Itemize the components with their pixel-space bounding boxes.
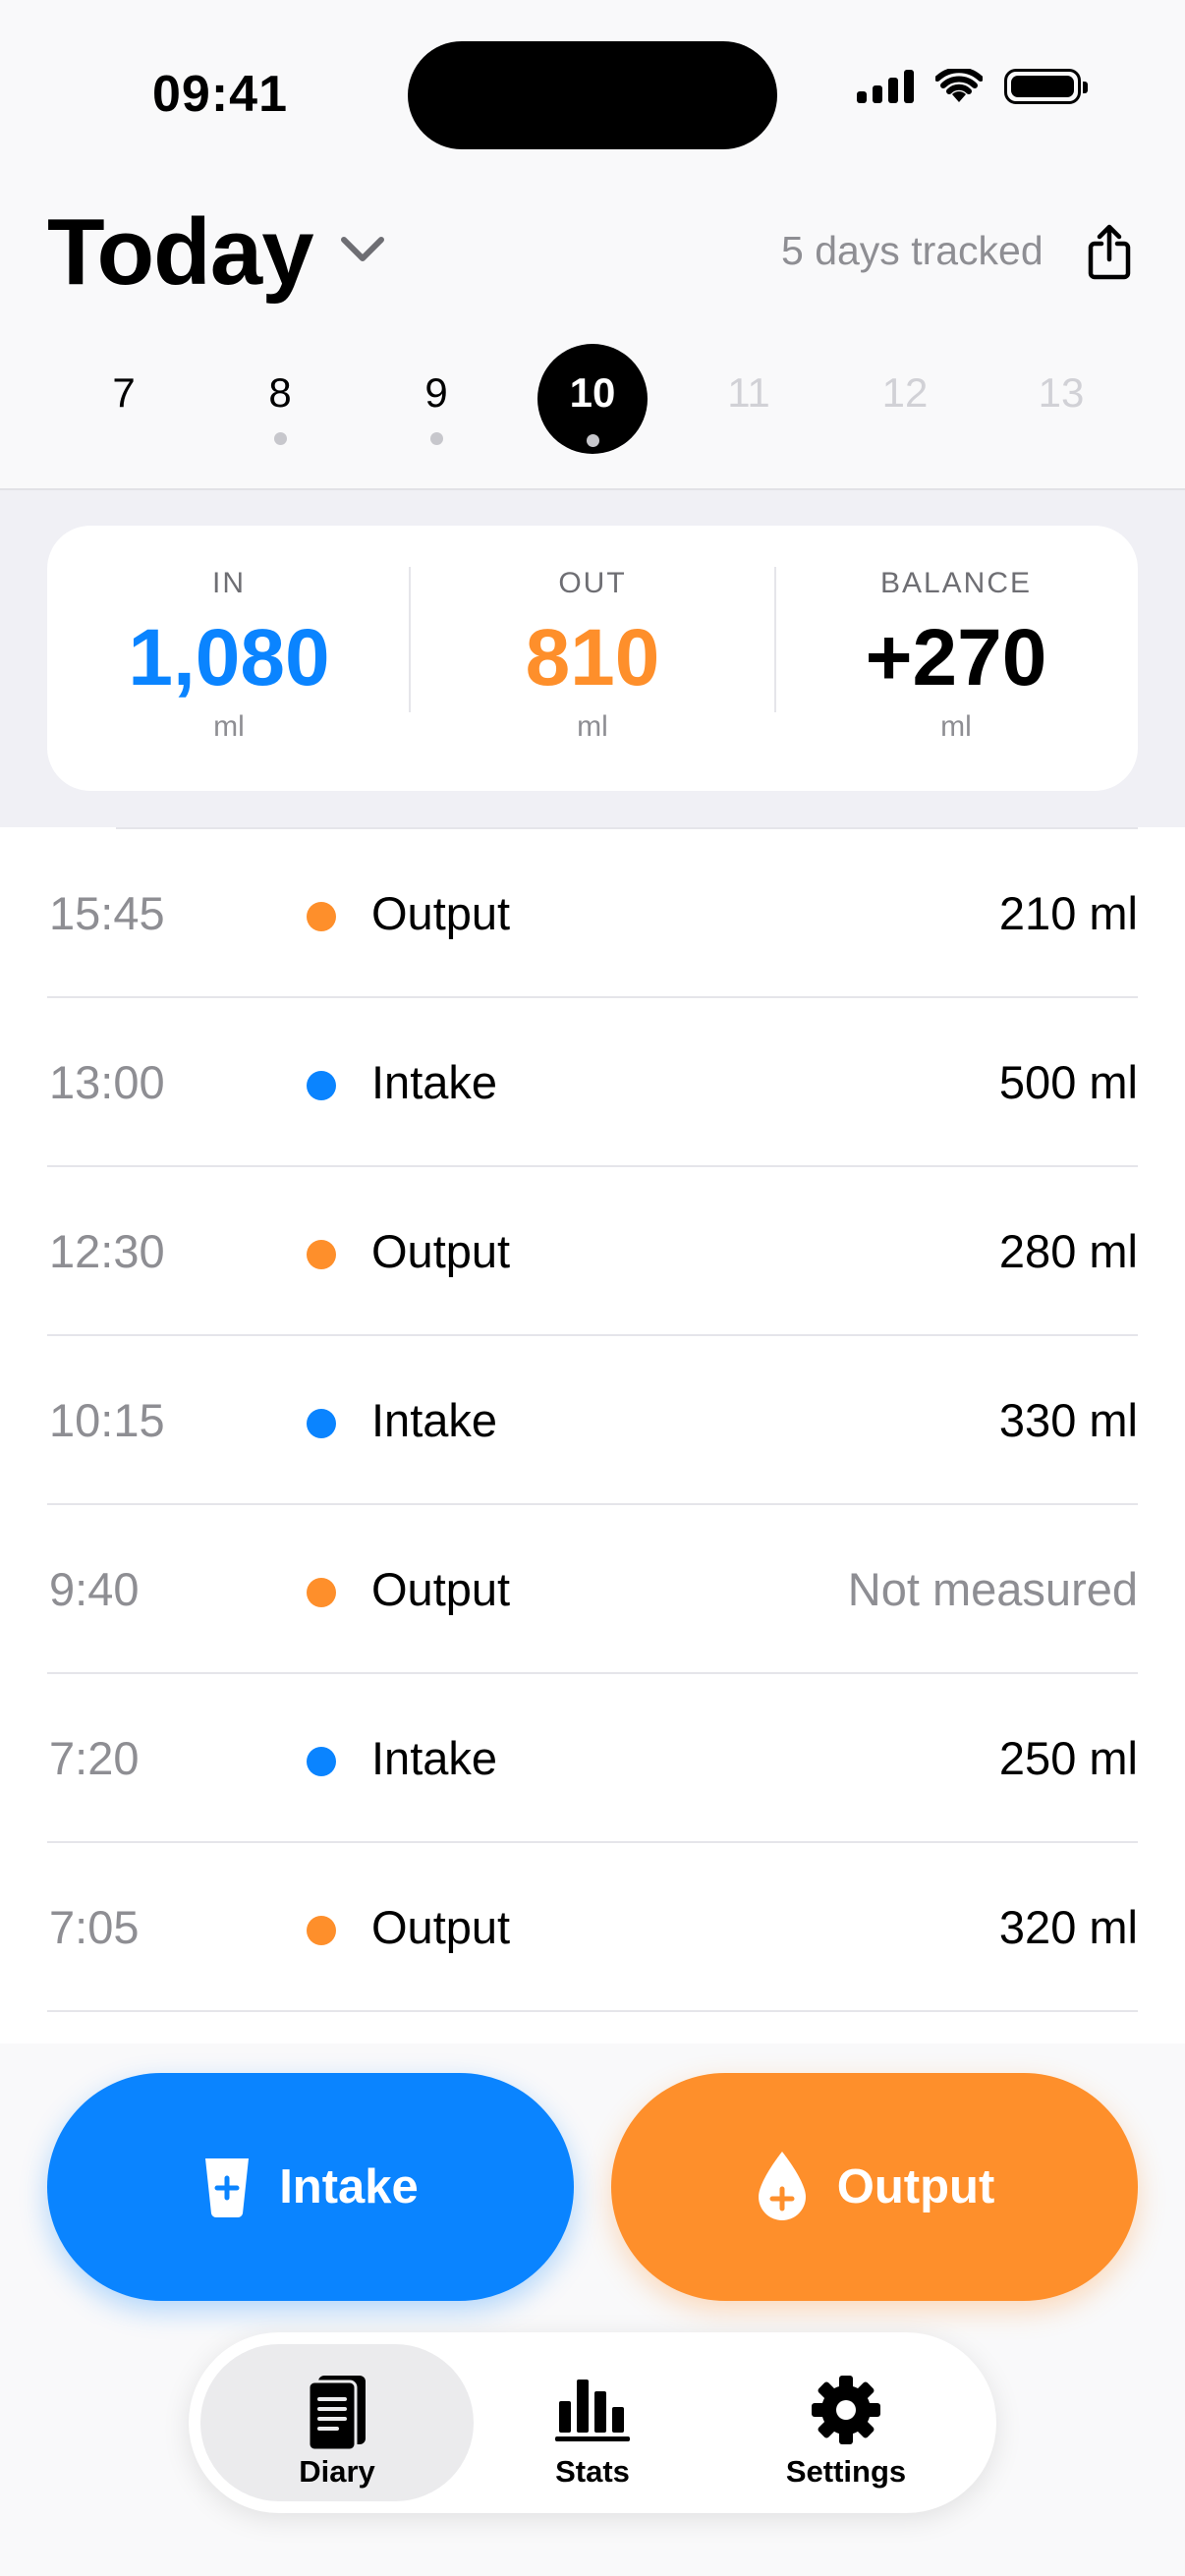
day-number: 11 bbox=[727, 369, 770, 416]
summary-balance-unit: ml bbox=[940, 710, 972, 743]
day-7[interactable]: 7 bbox=[69, 344, 179, 454]
entry-type: Intake bbox=[371, 1394, 498, 1446]
list-item[interactable]: 7:05 Output 320 ml bbox=[47, 1841, 1138, 2012]
entry-amount: 330 ml bbox=[998, 1394, 1138, 1446]
tab-settings[interactable]: Settings bbox=[709, 2344, 983, 2501]
tab-diary-label: Diary bbox=[299, 2454, 375, 2489]
entry-amount: 280 ml bbox=[998, 1225, 1138, 1277]
day-number: 7 bbox=[112, 369, 136, 416]
drop-plus-icon bbox=[758, 2152, 806, 2220]
page-title[interactable]: Today bbox=[47, 198, 314, 307]
list-item[interactable]: 10:15 Intake 330 ml bbox=[47, 1334, 1138, 1505]
add-output-button[interactable]: Output bbox=[611, 2073, 1138, 2301]
list-item[interactable]: 12:30 Output 280 ml bbox=[47, 1165, 1138, 1336]
day-number: 13 bbox=[1038, 369, 1085, 416]
entry-time: 15:45 bbox=[49, 887, 165, 939]
day-selector: 7 8 9 10 11 12 13 bbox=[0, 334, 1185, 462]
entry-type-dot bbox=[307, 1071, 336, 1100]
tab-bar: Diary Stats Settings bbox=[189, 2332, 996, 2513]
list-item[interactable]: 7:20 Intake 250 ml bbox=[47, 1672, 1138, 1843]
day-entry-indicator bbox=[274, 432, 287, 445]
entry-type-dot bbox=[307, 1916, 336, 1945]
entry-time: 12:30 bbox=[49, 1225, 165, 1277]
entry-type: Output bbox=[371, 1563, 511, 1615]
tab-stats[interactable]: Stats bbox=[456, 2344, 729, 2501]
day-10[interactable]: 10 bbox=[537, 344, 648, 454]
entry-type-dot bbox=[307, 1747, 336, 1776]
entry-time: 13:00 bbox=[49, 1056, 165, 1108]
add-output-label: Output bbox=[836, 2160, 995, 2213]
summary-card: IN 1,080 ml OUT 810 ml BALANCE +270 ml bbox=[47, 526, 1138, 791]
tab-diary[interactable]: Diary bbox=[200, 2344, 474, 2501]
entry-type-dot bbox=[307, 1240, 336, 1269]
tab-settings-label: Settings bbox=[785, 2454, 907, 2489]
entry-type-dot bbox=[307, 902, 336, 931]
list-item[interactable]: 15:45 Output 210 ml bbox=[47, 827, 1138, 998]
summary-in-unit: ml bbox=[213, 710, 245, 743]
cellular-signal-icon bbox=[857, 70, 914, 103]
day-11[interactable]: 11 bbox=[694, 344, 804, 454]
entry-type: Intake bbox=[371, 1056, 498, 1108]
day-number: 8 bbox=[268, 369, 292, 416]
summary-balance: BALANCE +270 ml bbox=[774, 526, 1138, 791]
entry-amount: 250 ml bbox=[998, 1732, 1138, 1784]
battery-icon bbox=[1004, 69, 1088, 104]
entry-amount: 500 ml bbox=[998, 1056, 1138, 1108]
day-entry-indicator bbox=[430, 432, 443, 445]
day-8[interactable]: 8 bbox=[225, 344, 335, 454]
summary-out: OUT 810 ml bbox=[411, 526, 774, 791]
entry-type-dot bbox=[307, 1578, 336, 1607]
entry-amount: 210 ml bbox=[998, 887, 1138, 939]
day-number: 9 bbox=[424, 369, 448, 416]
day-13[interactable]: 13 bbox=[1006, 344, 1116, 454]
day-number: 12 bbox=[881, 369, 929, 416]
diary-icon bbox=[307, 2376, 366, 2452]
tab-stats-label: Stats bbox=[555, 2454, 630, 2489]
summary-in-label: IN bbox=[212, 567, 246, 599]
entry-type: Output bbox=[371, 887, 511, 939]
summary-in: IN 1,080 ml bbox=[47, 526, 411, 791]
entry-list: 15:45 Output 210 ml 13:00 Intake 500 ml 12:30 O… bbox=[0, 827, 1185, 2044]
dynamic-island bbox=[408, 41, 777, 149]
summary-out-unit: ml bbox=[577, 710, 608, 743]
summary-in-value: 1,080 bbox=[128, 613, 330, 702]
entry-time: 10:15 bbox=[49, 1394, 165, 1446]
add-intake-label: Intake bbox=[279, 2160, 419, 2213]
status-time: 09:41 bbox=[152, 66, 288, 123]
entry-amount: Not measured bbox=[847, 1563, 1138, 1615]
day-9[interactable]: 9 bbox=[381, 344, 491, 454]
stats-icon bbox=[555, 2380, 630, 2441]
summary-balance-value: +270 bbox=[865, 613, 1047, 702]
cup-plus-icon bbox=[205, 2158, 250, 2218]
summary-out-value: 810 bbox=[525, 613, 660, 702]
summary-out-label: OUT bbox=[558, 567, 627, 599]
entry-type: Intake bbox=[371, 1732, 498, 1784]
list-item[interactable]: 9:40 Output Not measured bbox=[47, 1503, 1138, 1674]
wifi-icon bbox=[935, 69, 983, 102]
entry-type: Output bbox=[371, 1901, 511, 1953]
entry-time: 7:05 bbox=[49, 1901, 140, 1953]
chevron-down-icon[interactable] bbox=[338, 232, 387, 267]
entry-time: 7:20 bbox=[49, 1732, 140, 1784]
gear-icon bbox=[812, 2376, 880, 2444]
entry-type: Output bbox=[371, 1225, 511, 1277]
entry-type-dot bbox=[307, 1409, 336, 1438]
add-intake-button[interactable]: Intake bbox=[47, 2073, 574, 2301]
day-12[interactable]: 12 bbox=[850, 344, 960, 454]
days-tracked-label: 5 days tracked bbox=[781, 228, 1044, 273]
share-icon[interactable] bbox=[1085, 224, 1134, 281]
status-icons bbox=[857, 69, 1088, 104]
day-number: 10 bbox=[569, 369, 616, 416]
summary-balance-label: BALANCE bbox=[879, 567, 1033, 599]
entry-amount: 320 ml bbox=[998, 1901, 1138, 1953]
entry-time: 9:40 bbox=[49, 1563, 140, 1615]
list-item[interactable]: 13:00 Intake 500 ml bbox=[47, 996, 1138, 1167]
day-entry-indicator bbox=[587, 434, 599, 447]
